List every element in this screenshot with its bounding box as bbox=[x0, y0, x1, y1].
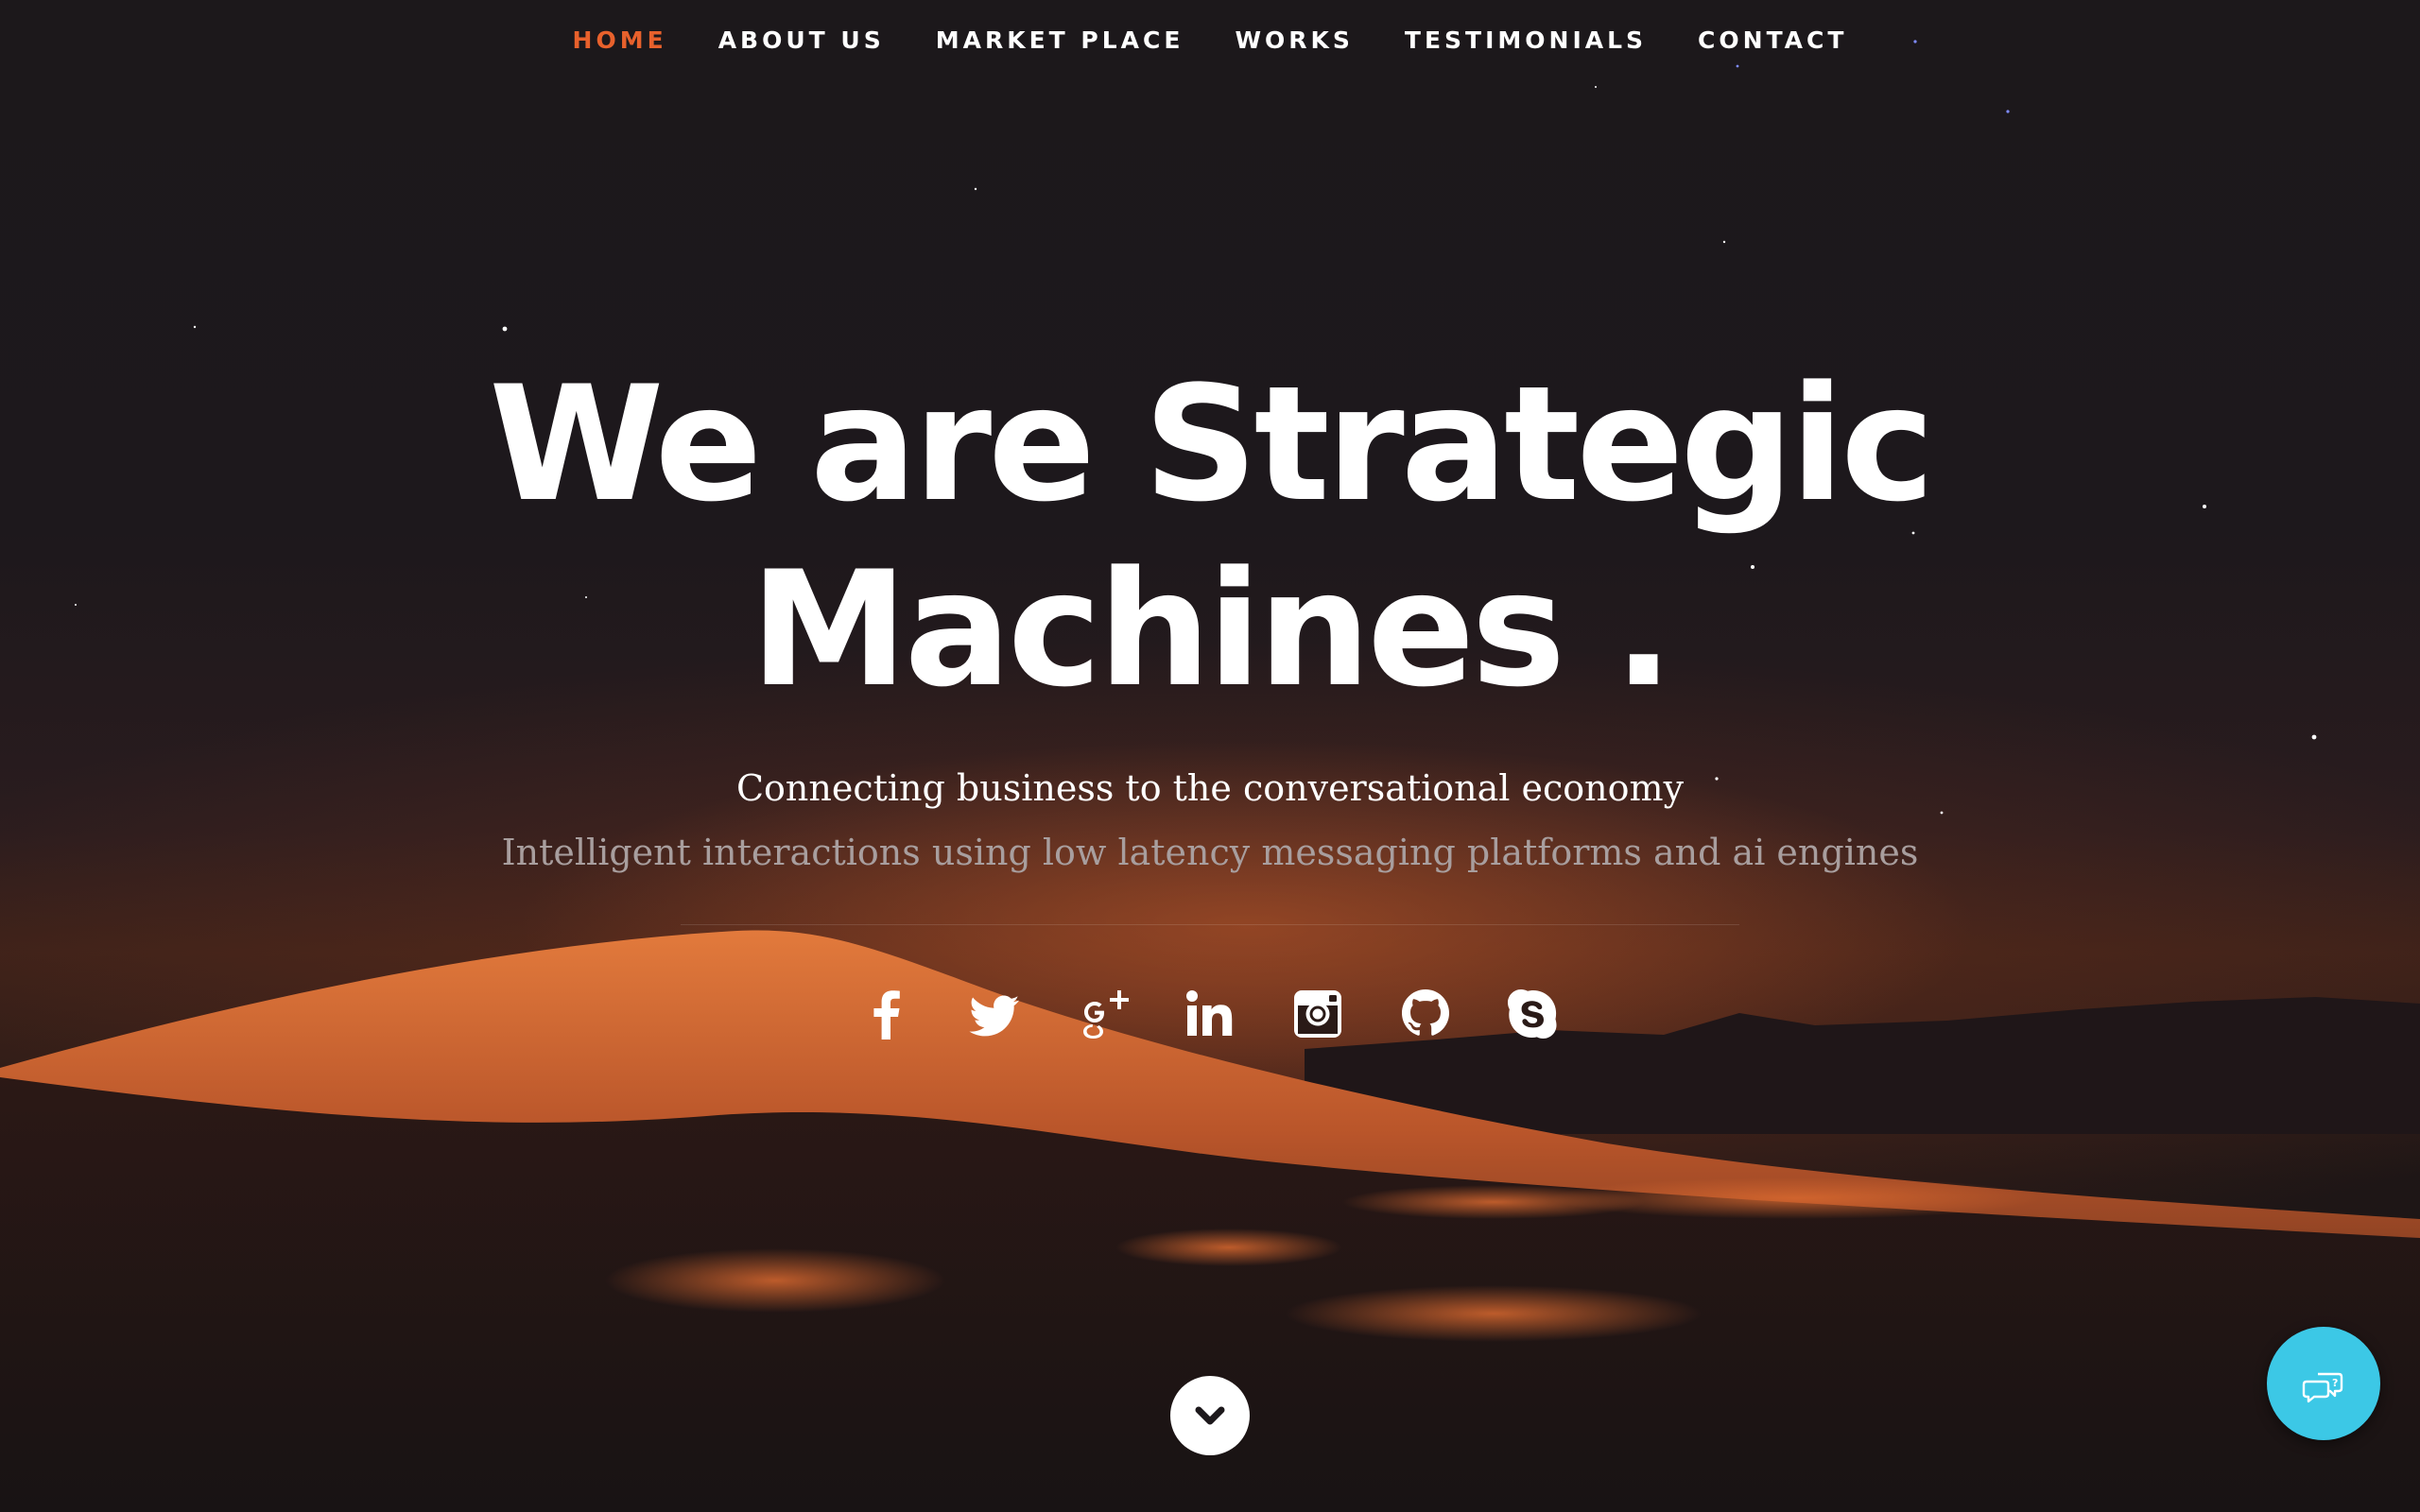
facebook-icon[interactable] bbox=[858, 983, 915, 1045]
google-plus-icon[interactable] bbox=[1074, 983, 1131, 1045]
hero-description: Intelligent interactions using low laten… bbox=[501, 832, 1919, 873]
chat-bubbles-icon: ? bbox=[2302, 1372, 2343, 1403]
nav-item-testimonials[interactable]: TESTIMONIALS bbox=[1405, 26, 1647, 54]
hero-subtitle: Connecting business to the conversationa… bbox=[735, 767, 1685, 809]
twitter-icon[interactable] bbox=[966, 983, 1023, 1045]
desert-landscape bbox=[0, 40, 2420, 1512]
hero-title: We are Strategic Machines . bbox=[0, 352, 2420, 722]
nav-item-about-us[interactable]: ABOUT US bbox=[718, 26, 885, 54]
instagram-icon[interactable] bbox=[1289, 983, 1346, 1045]
hero-title-line-1: We are Strategic bbox=[489, 352, 1935, 537]
nav-item-home[interactable]: HOME bbox=[573, 26, 667, 54]
hero-divider bbox=[681, 924, 1739, 925]
skype-icon[interactable] bbox=[1505, 983, 1562, 1045]
hero-background bbox=[0, 0, 2420, 1512]
nav-item-works[interactable]: WORKS bbox=[1235, 26, 1353, 54]
hero-title-line-2: Machines . bbox=[750, 537, 1673, 722]
scroll-down-button[interactable] bbox=[1170, 1376, 1250, 1455]
nav-item-market-place[interactable]: MARKET PLACE bbox=[936, 26, 1184, 54]
chat-widget-button[interactable]: ? bbox=[2267, 1327, 2380, 1440]
chevron-down-icon bbox=[1195, 1406, 1225, 1425]
social-links bbox=[0, 983, 2420, 1045]
main-nav: HOME ABOUT US MARKET PLACE WORKS TESTIMO… bbox=[0, 26, 2420, 54]
linkedin-icon[interactable] bbox=[1182, 983, 1238, 1045]
svg-text:?: ? bbox=[2332, 1377, 2338, 1389]
github-icon[interactable] bbox=[1397, 983, 1454, 1045]
nav-item-contact[interactable]: CONTACT bbox=[1698, 26, 1847, 54]
